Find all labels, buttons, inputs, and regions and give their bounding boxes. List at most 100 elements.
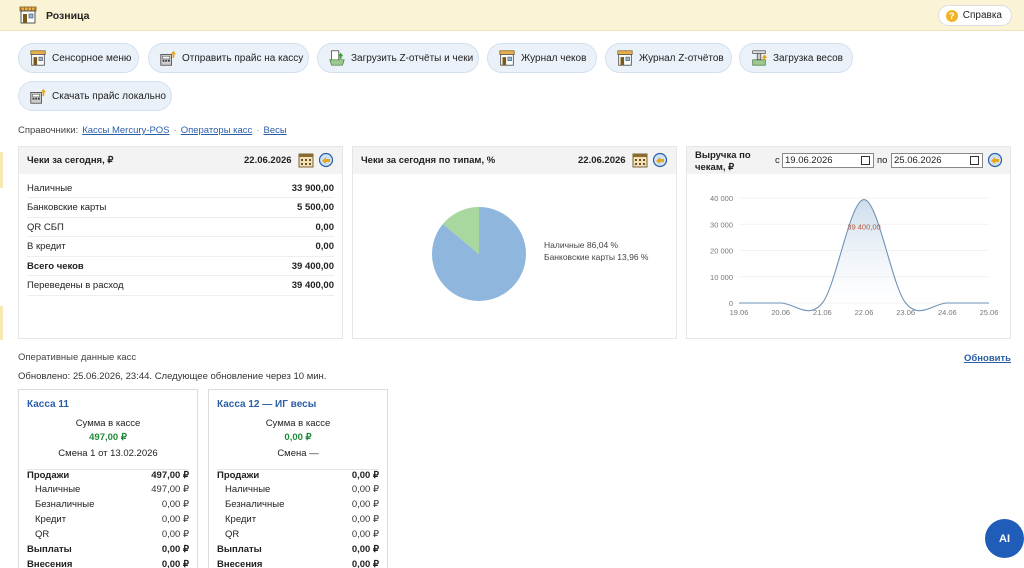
refresh-link[interactable]: Обновить (964, 353, 1011, 364)
register-row-label: Кредит (225, 514, 257, 525)
register-row: Безналичные 0,00 ₽ (217, 499, 379, 510)
download-price-icon (30, 88, 47, 104)
date-to-input[interactable]: 25.06.2026 (891, 153, 983, 168)
register-row: Внесения 0,00 ₽ (27, 559, 189, 568)
cash-label: Сумма в кассе (265, 418, 331, 429)
register-row-value: 0,00 ₽ (351, 544, 379, 555)
section-title: Оперативные данные касс (18, 352, 137, 363)
ref-link-scales[interactable]: Весы (263, 125, 286, 136)
load-z-reports-button[interactable]: Загрузить Z-отчёты и чеки (317, 43, 479, 73)
calendar-icon (861, 156, 870, 165)
left-accent (0, 152, 3, 188)
refresh-icon[interactable] (987, 152, 1003, 168)
register-row: Выплаты 0,00 ₽ (217, 544, 379, 555)
summary-value: 39 400,00 (291, 280, 334, 291)
pie-legend-label: Банковские карты 13,96 % (544, 252, 649, 262)
register-row-value: 497,00 ₽ (151, 484, 189, 495)
register-row: Наличные 0,00 ₽ (217, 484, 379, 495)
revenue-panel: Выручка по чекам, ₽ с 19.06.2026 по 25.0… (686, 146, 1011, 339)
scale-load-button[interactable]: Загрузка весов (739, 43, 853, 73)
panel-header: Выручка по чекам, ₽ с 19.06.2026 по 25.0… (687, 147, 1010, 174)
register-row-label: Внесения (217, 559, 263, 568)
help-label: Справка (962, 10, 1002, 21)
register-title[interactable]: Касса 12 — ИГ весы (217, 399, 316, 410)
summary-value: 39 400,00 (291, 260, 334, 272)
x-tick-label: 19.06 (730, 308, 749, 317)
touch-menu-button[interactable]: Сенсорное меню (18, 43, 139, 73)
y-tick-label: 10 000 (710, 273, 733, 282)
z-reports-journal-button[interactable]: Журнал Z-отчётов (605, 43, 732, 73)
receipts-journal-button[interactable]: Журнал чеков (487, 43, 597, 73)
summary-label: Всего чеков (27, 260, 84, 272)
receipts-today-panel: Чеки за сегодня, ₽ 22.06.2026 Наличные 33… (18, 146, 343, 339)
ref-link-operators[interactable]: Операторы касс (181, 125, 253, 136)
top-bar: Розница ? Справка (0, 0, 1024, 31)
ref-link-mercury-pos[interactable]: Кассы Mercury-POS (82, 125, 169, 136)
x-tick-label: 22.06 (855, 308, 874, 317)
download-price-button[interactable]: Скачать прайс локально (18, 81, 172, 111)
touch-menu-label: Сенсорное меню (52, 52, 132, 64)
summary-row: Переведены в расход 39 400,00 (27, 277, 334, 296)
cash-value: 0,00 ₽ (284, 432, 312, 443)
register-row: QR 0,00 ₽ (27, 529, 189, 540)
refresh-icon[interactable] (318, 152, 334, 168)
register-row-label: QR (225, 529, 240, 540)
x-tick-label: 20.06 (771, 308, 790, 317)
summary-value: 0,00 (315, 221, 335, 233)
cash-value: 497,00 ₽ (89, 432, 127, 443)
x-tick-label: 23.06 (896, 308, 915, 317)
calendar-icon[interactable] (632, 152, 648, 168)
summary-value: 33 900,00 (291, 182, 334, 194)
summary-label: QR СБП (27, 221, 64, 233)
register-row-value: 0,00 ₽ (161, 544, 189, 555)
references-bar: Справочники: Кассы Mercury-POS · Операто… (18, 125, 287, 136)
panel-header: Чеки за сегодня по типам, % 22.06.2026 (353, 147, 676, 174)
revenue-title-line2: чекам, ₽ (695, 162, 735, 173)
scale-load-label: Загрузка весов (773, 52, 843, 64)
ref-separator: · (256, 125, 260, 136)
refresh-icon[interactable] (652, 152, 668, 168)
register-row-label: Внесения (27, 559, 73, 568)
ai-assistant-button[interactable]: AI (985, 519, 1024, 558)
x-tick-label: 21.06 (813, 308, 832, 317)
pie-legend-label: Наличные 86,04 % (544, 240, 619, 250)
date-from-input[interactable]: 19.06.2026 (782, 153, 874, 168)
register-row-label: QR (35, 529, 50, 540)
panel-title: Чеки за сегодня, ₽ (27, 155, 114, 166)
panel-date: 22.06.2026 (578, 155, 626, 166)
summary-label: Переведены в расход (27, 280, 124, 291)
register-row-label: Продажи (217, 470, 260, 481)
help-icon: ? (945, 9, 958, 22)
register-row-value: 0,00 ₽ (351, 470, 379, 481)
shop-icon (617, 50, 633, 66)
register-row: Продажи 497,00 ₽ (27, 469, 189, 481)
register-row: Кредит 0,00 ₽ (217, 514, 379, 525)
send-price-icon (160, 50, 177, 66)
revenue-title: Выручка по чекам, ₽ (695, 150, 751, 174)
receipts-journal-label: Журнал чеков (521, 52, 587, 64)
pie-chart: Наличные 86,04 % Банковские карты 13,96 % (432, 207, 649, 301)
summary-row: QR СБП 0,00 (27, 218, 334, 237)
help-button[interactable]: ? Справка (937, 5, 1012, 26)
x-tick-label: 24.06 (938, 308, 957, 317)
register-title[interactable]: Касса 11 (27, 399, 69, 410)
register-row-value: 497,00 ₽ (151, 470, 189, 481)
panel-header: Чеки за сегодня, ₽ 22.06.2026 (19, 147, 342, 174)
send-price-label: Отправить прайс на кассу (182, 52, 304, 64)
shop-icon (30, 50, 46, 66)
summary-value: 5 500,00 (297, 202, 334, 213)
load-z-reports-label: Загрузить Z-отчёты и чеки (351, 52, 474, 64)
register-row-value: 0,00 ₽ (161, 499, 189, 510)
register-row-label: Безналичные (225, 499, 285, 510)
register-row-value: 0,00 ₽ (161, 529, 189, 540)
summary-value: 0,00 (315, 241, 335, 252)
from-label: с (775, 155, 780, 166)
y-tick-label: 30 000 (710, 220, 733, 229)
register-row: Наличные 497,00 ₽ (27, 484, 189, 495)
summary-row: Наличные 33 900,00 (27, 179, 334, 198)
y-tick-label: 20 000 (710, 247, 733, 256)
send-price-button[interactable]: Отправить прайс на кассу (148, 43, 309, 73)
calendar-icon[interactable] (298, 152, 314, 168)
register-row-value: 0,00 ₽ (351, 514, 379, 525)
register-row: Выплаты 0,00 ₽ (27, 544, 189, 555)
